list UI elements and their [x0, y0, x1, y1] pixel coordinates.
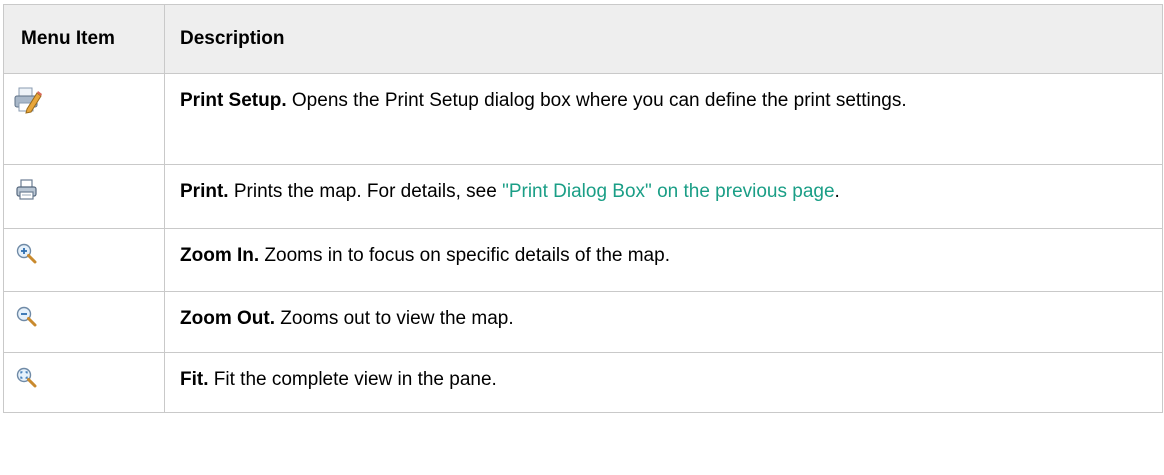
- print-setup-icon[interactable]: [13, 85, 42, 114]
- description-cell: Print Setup. Opens the Print Setup dialo…: [164, 73, 1163, 165]
- table-row: Print. Prints the map. For details, see …: [3, 164, 1163, 229]
- menu-item-cell: [3, 291, 165, 353]
- description-text: Zooms out to view the map.: [274, 308, 514, 329]
- description-text: Fit the complete view in the pane.: [208, 369, 497, 390]
- zoom-in-icon[interactable]: [13, 240, 41, 268]
- description-cell: Zoom In. Zooms in to focus on specific d…: [164, 228, 1163, 292]
- table-row: Zoom Out. Zooms out to view the map.: [3, 291, 1163, 353]
- menu-term: Print.: [180, 181, 229, 202]
- menu-item-cell: [3, 228, 165, 292]
- menu-term: Print Setup.: [180, 90, 287, 111]
- menu-items-table: Menu Item Description Print Setup. Opens…: [3, 4, 1163, 413]
- print-dialog-box-link[interactable]: "Print Dialog Box" on the previous page: [502, 181, 834, 202]
- description-text: Prints the map. For details, see: [228, 181, 503, 202]
- table-row: Zoom In. Zooms in to focus on specific d…: [3, 228, 1163, 292]
- menu-term: Zoom Out.: [180, 308, 275, 329]
- menu-item-cell: [3, 73, 165, 165]
- menu-item-cell: [3, 164, 165, 229]
- description-cell: Fit. Fit the complete view in the pane.: [164, 352, 1163, 413]
- table-header-row: Menu Item Description: [3, 4, 1163, 74]
- fit-icon[interactable]: [13, 364, 41, 392]
- description-text-end: .: [834, 181, 840, 202]
- menu-term: Fit.: [180, 369, 209, 390]
- menu-term: Zoom In.: [180, 245, 260, 266]
- print-icon[interactable]: [13, 176, 41, 204]
- zoom-out-icon[interactable]: [13, 303, 41, 331]
- menu-item-cell: [3, 352, 165, 413]
- description-text: Zooms in to focus on specific details of…: [259, 245, 670, 266]
- column-header-description: Description: [164, 4, 1163, 74]
- description-cell: Zoom Out. Zooms out to view the map.: [164, 291, 1163, 353]
- column-header-menu-item: Menu Item: [3, 4, 165, 74]
- description-text: Opens the Print Setup dialog box where y…: [286, 90, 907, 111]
- table-row: Print Setup. Opens the Print Setup dialo…: [3, 73, 1163, 165]
- table-row: Fit. Fit the complete view in the pane.: [3, 352, 1163, 413]
- description-cell: Print. Prints the map. For details, see …: [164, 164, 1163, 229]
